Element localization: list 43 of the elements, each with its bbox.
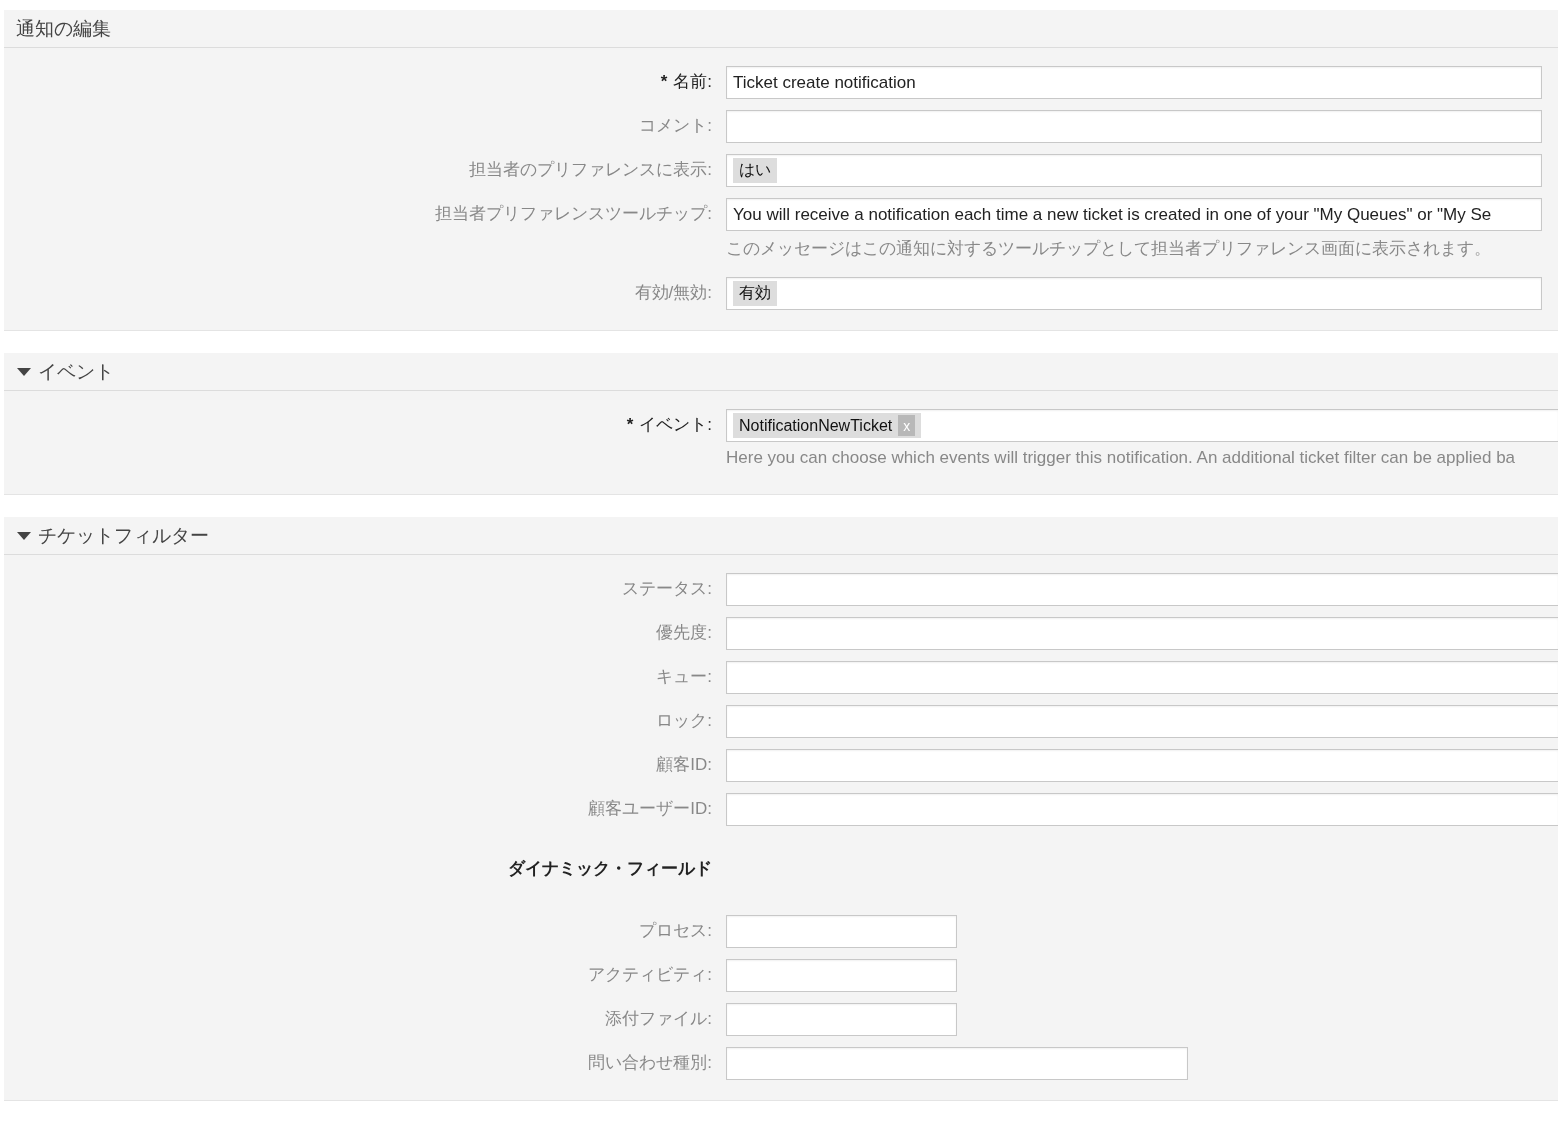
select-field[interactable]	[726, 573, 1558, 606]
select-field[interactable]: 有効	[726, 277, 1542, 310]
select-field[interactable]: NotificationNewTicket x	[726, 409, 1558, 442]
field-label: プロセス:	[639, 920, 712, 942]
input-field[interactable]: Ticket create notification	[726, 66, 1542, 99]
select-field[interactable]: はい	[726, 154, 1542, 187]
section-title: 通知の編集	[16, 16, 111, 41]
select-field[interactable]	[726, 959, 957, 992]
section-title: チケットフィルター	[38, 523, 209, 548]
input-field[interactable]	[726, 110, 1542, 143]
field-label: * イベント:	[626, 414, 712, 436]
field-label: 問い合わせ種別:	[588, 1052, 712, 1074]
field-label: * 名前:	[660, 71, 712, 93]
field-label: コメント:	[639, 115, 712, 137]
help-text: Here you can choose which events will trigger this notification. An additional ticket filter can be applied ba	[726, 448, 1517, 469]
field-label: 優先度:	[656, 622, 712, 644]
section-title: イベント	[38, 359, 114, 384]
help-text: このメッセージはこの通知に対するツールチップとして担当者プリファレンス画面に表示されます。	[726, 238, 1492, 260]
field-label: 担当者プリファレンスツールチップ:	[435, 203, 712, 225]
subsection-heading: ダイナミック・フィールド	[508, 858, 712, 880]
field-label: 顧客ID:	[656, 754, 712, 776]
select-field[interactable]	[726, 617, 1558, 650]
field-label: キュー:	[656, 666, 712, 688]
select-field[interactable]	[726, 705, 1558, 738]
select-field[interactable]	[726, 661, 1558, 694]
field-label: アクティビティ:	[588, 964, 712, 986]
selected-option-tag: NotificationNewTicket x	[733, 413, 922, 438]
caret-down-icon[interactable]	[16, 366, 32, 377]
field-label: 担当者のプリファレンスに表示:	[469, 159, 712, 181]
selected-option-tag: はい	[733, 158, 777, 183]
select-field[interactable]	[726, 1047, 1188, 1080]
field-label: ステータス:	[622, 578, 712, 600]
selected-option-tag: 有効	[733, 281, 777, 306]
field-label: ロック:	[656, 710, 712, 732]
input-field[interactable]: You will receive a notification each time a new ticket is created in one of your "My Queues" or "My Se	[726, 198, 1542, 231]
input-field[interactable]	[726, 749, 1558, 782]
caret-down-icon[interactable]	[16, 530, 32, 541]
field-label: 有効/無効:	[634, 282, 712, 304]
input-field[interactable]	[726, 793, 1558, 826]
field-label: 顧客ユーザーID:	[588, 798, 712, 820]
select-field[interactable]	[726, 1003, 957, 1036]
select-field[interactable]	[726, 915, 957, 948]
field-label: 添付ファイル:	[605, 1008, 712, 1030]
